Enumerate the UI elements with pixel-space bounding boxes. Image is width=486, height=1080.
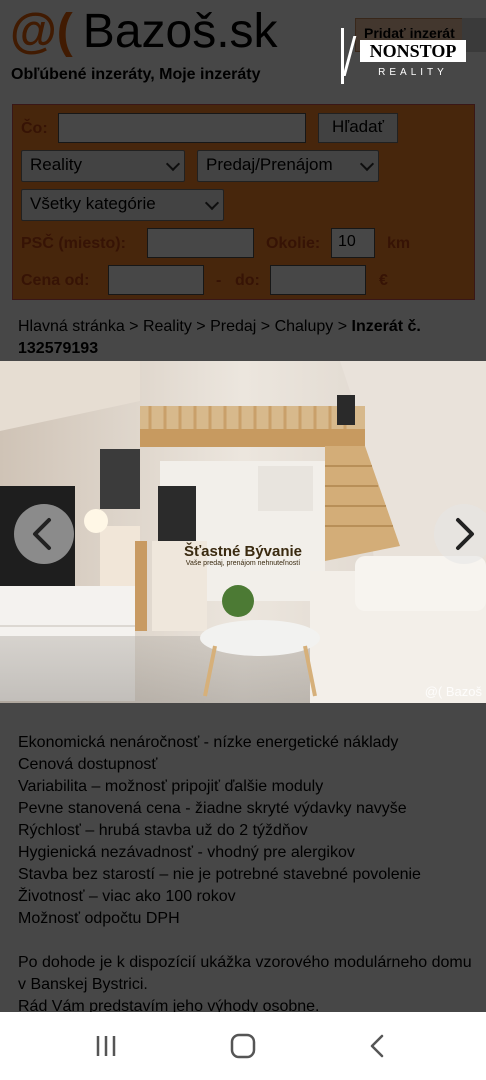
psc-label: PSČ (miesto):	[21, 235, 126, 252]
psc-input[interactable]	[147, 228, 254, 258]
category-select[interactable]: Všetky kategórie	[21, 189, 224, 221]
type-select-value: Predaj/Prenájom	[206, 155, 333, 174]
okolie-label: Okolie:	[266, 235, 321, 252]
desc-line: Možnosť odpočtu DPH	[18, 910, 180, 927]
chevron-down-icon	[204, 195, 220, 211]
chevron-down-icon	[359, 156, 375, 172]
chevron-left-icon	[33, 518, 51, 550]
chevron-right-icon	[456, 518, 474, 550]
search-button[interactable]: Hľadať	[318, 113, 398, 143]
next-photo-button[interactable]	[434, 504, 486, 564]
breadcrumb: Hlavná stránka > Reality > Predaj > Chal…	[18, 316, 468, 360]
ad-description: Ekonomická nenáročnosť - nízke energetic…	[18, 732, 478, 1012]
okolie-input[interactable]: 10	[331, 228, 375, 258]
watermark-tagline: Vaše predaj, prenájom nehnuteľností	[185, 560, 301, 567]
desc-last-line: Rád Vám predstavím jeho výhody osobne.	[18, 998, 320, 1012]
bazos-page: @( Bazoš.sk Obľúbené inzeráty, Moje inze…	[0, 0, 486, 1012]
back-button[interactable]	[358, 1032, 398, 1060]
desc-line: Cenová dostupnosť	[18, 756, 158, 773]
chevron-down-icon	[165, 156, 181, 172]
home-button[interactable]	[223, 1032, 263, 1060]
favorites-my-ads-link[interactable]: Obľúbené inzeráty, Moje inzeráty	[11, 66, 260, 84]
price-to-input[interactable]	[270, 265, 366, 295]
bazos-watermark: @( Bazoš	[424, 684, 482, 699]
type-select[interactable]: Predaj/Prenájom	[197, 150, 379, 182]
nonstop-brand: NONSTOP	[360, 40, 466, 62]
desc-paragraph: Po dohode je k dispozícií ukážka vzorové…	[18, 954, 472, 993]
km-label: km	[387, 235, 411, 252]
back-icon	[370, 1034, 384, 1058]
desc-line: Ekonomická nenáročnosť - nízke energetic…	[18, 734, 399, 751]
section-select[interactable]: Reality	[21, 150, 185, 182]
what-input[interactable]	[58, 113, 306, 143]
listing-photo[interactable]: Šťastné Bývanie Vaše predaj, prenájom ne…	[0, 361, 486, 703]
section-select-value: Reality	[30, 155, 82, 174]
desc-line: Rýchlosť – hrubá stavba už do 2 týždňov	[18, 822, 308, 839]
nonstop-tagline: REALITY	[378, 67, 448, 78]
previous-photo-button[interactable]	[14, 504, 74, 564]
price-to-label: do:	[235, 272, 260, 289]
recent-apps-button[interactable]	[86, 1032, 126, 1060]
desc-line: Variabilita – možnosť pripojiť ďalšie mo…	[18, 778, 324, 795]
logo-text: Bazoš.sk	[82, 5, 278, 58]
android-nav-bar	[0, 1012, 486, 1080]
price-dash: -	[216, 272, 222, 289]
desc-line: Hygienická nezávadnosť - vhodný pre aler…	[18, 844, 355, 861]
price-from-input[interactable]	[108, 265, 204, 295]
price-from-label: Cena od:	[21, 272, 90, 289]
category-select-value: Všetky kategórie	[30, 194, 156, 213]
photo-watermark: Šťastné Bývanie Vaše predaj, prenájom ne…	[158, 501, 328, 581]
watermark-name: Šťastné Bývanie	[183, 543, 303, 560]
what-label: Čo:	[21, 120, 48, 137]
desc-line: Pevne stanovená cena - žiadne skryté výd…	[18, 800, 407, 817]
desc-line: Stavba bez starostí – nie je potrebné st…	[18, 866, 421, 883]
site-logo[interactable]: @( Bazoš.sk	[10, 6, 278, 58]
desc-line: Životnosť – viac ako 100 rokov	[18, 888, 236, 905]
recent-apps-icon	[96, 1036, 116, 1056]
logo-symbol: @(	[10, 5, 73, 58]
breadcrumb-path[interactable]: Hlavná stránka > Reality > Predaj > Chal…	[18, 318, 352, 335]
nonstop-reality-logo: NONSTOP REALITY	[338, 26, 470, 84]
currency-label: €	[379, 272, 388, 289]
home-icon	[230, 1033, 256, 1059]
search-panel: Čo: Hľadať Reality Predaj/Prenájom Všetk…	[12, 104, 475, 300]
